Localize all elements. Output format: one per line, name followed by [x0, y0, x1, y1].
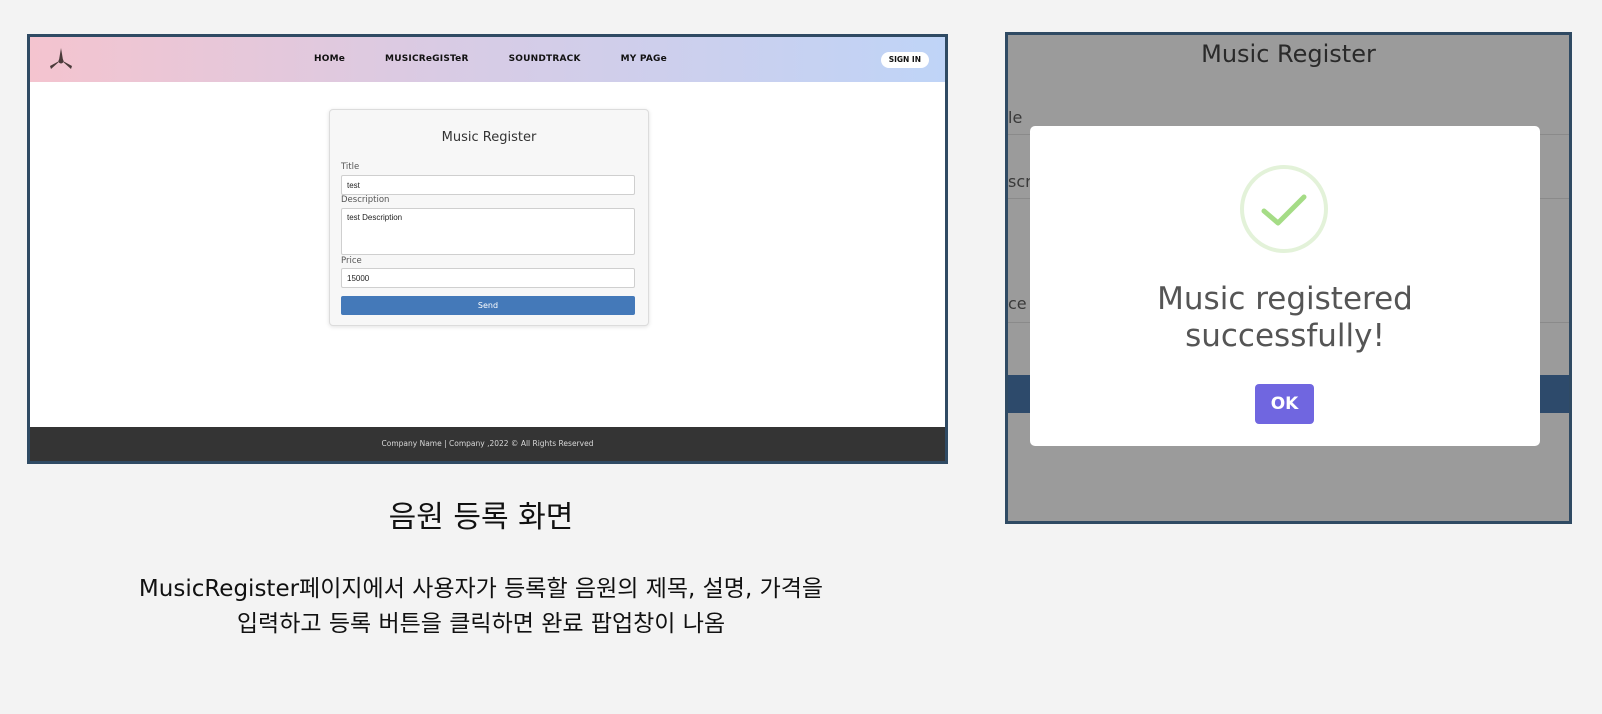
background-price-label: ce [1008, 294, 1027, 313]
nav-music-register[interactable]: MUSICReGISTeR [385, 54, 469, 64]
price-label: Price [341, 256, 362, 266]
title-input[interactable]: test [341, 175, 635, 195]
success-message-line-2: successfully! [1185, 318, 1385, 354]
success-message-line-1: Music registered [1157, 281, 1413, 317]
caption-line-2: 입력하고 등록 버튼을 클릭하면 완료 팝업창이 나옴 [236, 611, 726, 637]
music-register-form: Music Register Title test Description te… [329, 109, 649, 326]
nav-home[interactable]: HOMe [314, 54, 345, 64]
success-modal: Music registered successfully! OK [1030, 126, 1540, 446]
title-label: Title [341, 162, 360, 172]
description-label: Description [341, 195, 390, 205]
success-popup-screenshot: Music Register le scr ce Music registere… [1005, 32, 1572, 524]
nav-links: HOMe MUSICReGISTeR SOUNDTRACK MY PAGe [314, 54, 667, 64]
background-form-title: Music Register [1201, 40, 1376, 68]
success-message: Music registered successfully! [1030, 281, 1540, 355]
footer: Company Name | Company ,2022 © All Right… [30, 427, 945, 461]
ok-button[interactable]: OK [1255, 384, 1314, 424]
navbar: HOMe MUSICReGISTeR SOUNDTRACK MY PAGe SI… [30, 37, 945, 82]
caption-line-1: MusicRegister페이지에서 사용자가 등록할 음원의 제목, 설명, … [138, 576, 824, 602]
propeller-logo-icon[interactable] [46, 45, 76, 75]
nav-soundtrack[interactable]: SOUNDTRACK [509, 54, 581, 64]
nav-my-page[interactable]: MY PAGe [621, 54, 667, 64]
success-check-icon [1240, 165, 1328, 253]
background-title-label: le [1008, 108, 1023, 127]
caption-description: MusicRegister페이지에서 사용자가 등록할 음원의 제목, 설명, … [27, 572, 935, 642]
send-button[interactable]: Send [341, 296, 635, 315]
form-title: Music Register [441, 130, 537, 145]
register-page-screenshot: HOMe MUSICReGISTeR SOUNDTRACK MY PAGe SI… [27, 34, 948, 464]
description-textarea[interactable]: test Description [341, 208, 635, 255]
sign-in-button[interactable]: SIGN IN [880, 52, 929, 68]
price-input[interactable]: 15000 [341, 268, 635, 288]
caption-title: 음원 등록 화면 [388, 500, 574, 535]
background-description-label: scr [1008, 172, 1032, 191]
